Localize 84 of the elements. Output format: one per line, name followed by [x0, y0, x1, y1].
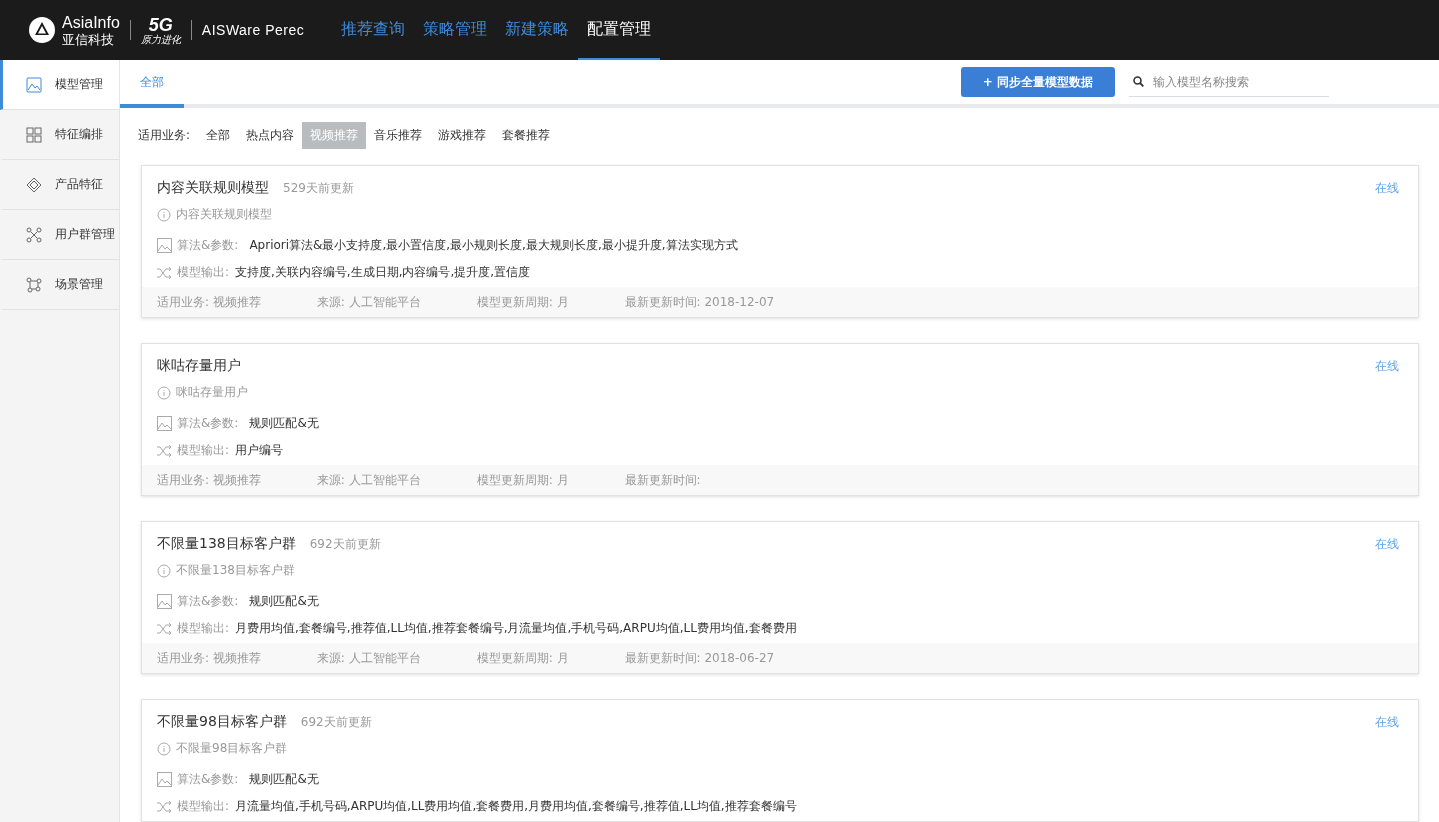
- field-label: 模型输出:: [177, 264, 230, 281]
- picture-icon: [157, 772, 172, 787]
- field-label: 模型输出:: [177, 798, 230, 815]
- filter-option[interactable]: 热点内容: [238, 122, 303, 149]
- meta-text: 模型更新周期: 月: [476, 649, 569, 667]
- filter-option[interactable]: 音乐推荐: [366, 122, 431, 149]
- logo-icon: [28, 16, 56, 44]
- meta-text: 模型更新周期: 月: [476, 471, 569, 489]
- model-title: 咪咕存量用户: [157, 357, 241, 375]
- info-icon: [157, 385, 171, 400]
- field-label: 模型输出:: [177, 442, 230, 459]
- field-label: 算法&参数:: [177, 415, 239, 432]
- field-value: 规则匹配&无: [249, 415, 319, 432]
- info-icon: [157, 563, 171, 578]
- logo-slogan: 原力进化: [140, 34, 181, 45]
- update-age: 692天前更新: [309, 536, 381, 553]
- model-description: 不限量138目标客户群: [176, 562, 295, 579]
- field-label: 算法&参数:: [177, 593, 239, 610]
- meta-text: 适用业务: 视频推荐: [157, 471, 261, 489]
- sidebar-item[interactable]: 场景管理: [0, 260, 119, 310]
- grid-icon: [25, 125, 43, 144]
- picture-icon: [157, 594, 172, 609]
- picture-icon: [157, 416, 172, 431]
- shuffle-icon: [157, 444, 172, 457]
- model-title: 不限量138目标客户群: [157, 535, 296, 553]
- brand-name: AsiaInfo: [62, 14, 120, 31]
- field-value: 支持度,关联内容编号,生成日期,内容编号,提升度,置信度: [235, 264, 531, 281]
- status-label: 在线: [1375, 180, 1399, 197]
- filter-option[interactable]: 全部: [198, 122, 239, 149]
- field-value: 规则匹配&无: [249, 771, 319, 788]
- status-label: 在线: [1375, 536, 1399, 553]
- meta-text: 来源: 人工智能平台: [316, 649, 421, 667]
- filter-option[interactable]: 游戏推荐: [430, 122, 495, 149]
- status-label: 在线: [1375, 714, 1399, 731]
- filter-option[interactable]: 套餐推荐: [494, 122, 559, 149]
- network-icon: [25, 225, 43, 244]
- shuffle-icon: [157, 622, 172, 635]
- info-icon: [157, 207, 171, 222]
- meta-text: 最新更新时间: 2018-06-27: [624, 649, 775, 667]
- model-title: 内容关联规则模型: [157, 179, 269, 197]
- sidebar-item[interactable]: 特征编排: [0, 110, 119, 160]
- meta-text: 最新更新时间:: [624, 471, 701, 489]
- sidebar-item[interactable]: 用户群管理: [0, 210, 119, 260]
- field-value: 用户编号: [235, 442, 284, 459]
- model-description: 内容关联规则模型: [176, 206, 272, 223]
- shuffle-icon: [157, 800, 172, 813]
- status-label: 在线: [1375, 358, 1399, 375]
- logo-mark: 5G: [148, 15, 173, 34]
- nodes-icon: [25, 275, 43, 294]
- field-value: 月费用均值,套餐编号,推荐值,LL均值,推荐套餐编号,月流量均值,手机号码,ARPU均值,LL费用均值,套餐费用: [235, 620, 797, 637]
- meta-text: 来源: 人工智能平台: [316, 471, 421, 489]
- sidebar-item[interactable]: 产品特征: [0, 160, 119, 210]
- model-description: 不限量98目标客户群: [176, 740, 288, 757]
- picture-icon: [157, 238, 172, 253]
- field-value: 规则匹配&无: [249, 593, 319, 610]
- nav-tab[interactable]: 配置管理: [578, 0, 661, 60]
- field-label: 模型输出:: [177, 620, 230, 637]
- shuffle-icon: [157, 266, 172, 279]
- update-age: 692天前更新: [300, 714, 372, 731]
- nav-tab[interactable]: 策略管理: [414, 0, 497, 60]
- filter-label: 适用业务:: [138, 127, 191, 144]
- meta-text: 适用业务: 视频推荐: [157, 293, 261, 311]
- field-value: Apriori算法&最小支持度,最小置信度,最小规则长度,最大规则长度,最小提升度,算法实现方式: [249, 237, 738, 254]
- meta-text: 来源: 人工智能平台: [316, 293, 421, 311]
- field-label: 算法&参数:: [177, 771, 239, 788]
- meta-text: 模型更新周期: 月: [476, 293, 569, 311]
- field-label: 算法&参数:: [177, 237, 239, 254]
- meta-text: 最新更新时间: 2018-12-07: [624, 293, 775, 311]
- model-description: 咪咕存量用户: [176, 384, 248, 401]
- nav-tab[interactable]: 新建策略: [496, 0, 579, 60]
- picture-icon: [25, 75, 43, 94]
- diamond-icon: [25, 175, 43, 194]
- update-age: 529天前更新: [283, 180, 354, 197]
- search-field[interactable]: 输入模型名称搜索: [1151, 73, 1329, 90]
- sync-button[interactable]: + 同步全量模型数据: [960, 67, 1115, 97]
- product-name: AISWare Perec: [201, 22, 305, 38]
- field-value: 月流量均值,手机号码,ARPU均值,LL费用均值,套餐费用,月费用均值,套餐编号,推荐值,LL均值,推荐套餐编号: [235, 798, 797, 815]
- nav-tab[interactable]: 推荐查询: [332, 0, 415, 60]
- info-icon: [157, 741, 171, 756]
- model-title: 不限量98目标客户群: [157, 713, 287, 731]
- search-icon: [1133, 76, 1144, 87]
- brand-name-chinese: 亚信科技: [62, 32, 115, 46]
- meta-text: 适用业务: 视频推荐: [157, 649, 261, 667]
- sidebar-item[interactable]: 模型管理: [0, 60, 119, 110]
